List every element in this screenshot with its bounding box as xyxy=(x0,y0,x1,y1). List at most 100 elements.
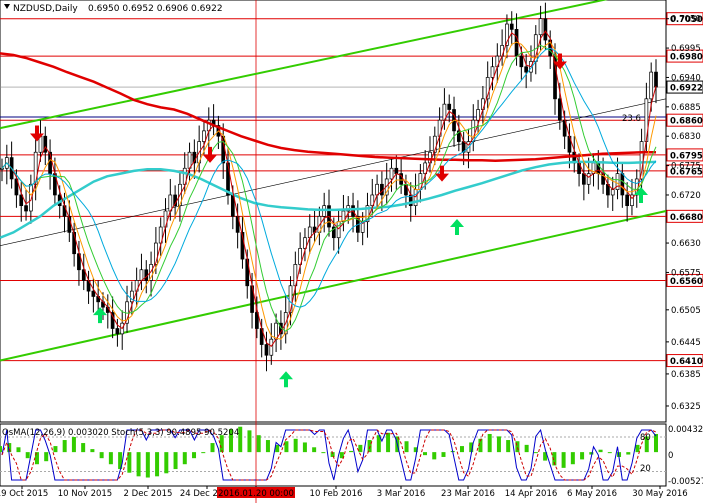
x-tick-label: 10 Nov 2015 xyxy=(58,489,112,499)
x-tick-label: 2016.01.20 00:00 xyxy=(218,489,294,499)
candle-body xyxy=(582,173,586,185)
candle-body xyxy=(654,71,658,88)
candle-body xyxy=(519,55,524,68)
fib-label: 23.6 xyxy=(622,114,641,124)
y-tick-label: 0.6630 xyxy=(671,239,701,249)
candle-body xyxy=(447,103,452,110)
ohlc-readout: 0.6950 0.6952 0.6906 0.6922 xyxy=(88,4,223,14)
level-label: 0.6860 xyxy=(670,117,703,127)
osma-bar xyxy=(506,440,511,453)
osma-bar xyxy=(108,452,113,465)
chart-header: NZDUSD,Daily 0.6950 0.6952 0.6906 0.6922 xyxy=(4,4,223,14)
osma-bar xyxy=(90,449,95,453)
y-tick-label: 0.6720 xyxy=(671,191,701,201)
price-chart: 0.70500.69800.69220.68600.67950.67650.66… xyxy=(0,0,703,503)
y-tick-label: 0.6385 xyxy=(671,370,701,380)
y-tick-label: 0.6325 xyxy=(671,402,701,412)
osma-bar xyxy=(256,435,261,453)
osma-bar xyxy=(25,452,30,459)
x-axis: 19 Oct 2015 10 Nov 2015 2 Dec 2015 24 Dec 2… xyxy=(0,486,688,499)
osma-bar xyxy=(182,452,187,465)
x-tick-label: 2 Dec 2015 xyxy=(124,489,173,499)
candle-body xyxy=(115,328,120,335)
osc-scale-top: 0.00432 xyxy=(668,425,703,435)
osma-bar xyxy=(71,437,76,453)
osma-bar xyxy=(635,444,640,453)
candle-body xyxy=(586,173,591,185)
y-tick-label: 0.6775 xyxy=(671,162,701,172)
y-tick-label: 0.6995 xyxy=(671,44,701,54)
osma-bar xyxy=(580,452,585,460)
osma-bar xyxy=(358,444,363,453)
candle-body xyxy=(202,130,206,142)
candle-body xyxy=(490,66,495,78)
osma-bar xyxy=(432,452,437,460)
osma-bar xyxy=(293,438,298,453)
osma-bar xyxy=(459,446,464,453)
x-tick-label: 3 Mar 2016 xyxy=(377,489,425,499)
osma-bar xyxy=(302,442,307,453)
osma-bar xyxy=(136,452,141,477)
osma-bar xyxy=(607,452,612,454)
y-tick-label: 0.6575 xyxy=(671,268,701,278)
osma-bar xyxy=(441,452,446,457)
candle-body xyxy=(139,269,144,281)
candle-body xyxy=(375,183,379,196)
level-label: 0.6922 xyxy=(670,84,703,94)
osma-bar xyxy=(16,447,21,453)
osma-bar xyxy=(192,452,197,459)
osma-bar xyxy=(423,452,428,456)
osma-bar xyxy=(626,452,631,455)
stoch-80-label: 80 xyxy=(640,433,651,443)
candle-body xyxy=(610,189,615,196)
osma-bar xyxy=(81,443,86,453)
candle-body xyxy=(336,221,341,239)
y-tick-label: 0.6830 xyxy=(671,132,701,142)
osma-bar xyxy=(312,447,317,453)
osma-bar xyxy=(53,446,58,453)
osma-bar xyxy=(404,441,409,453)
x-tick-label: 10 Feb 2016 xyxy=(310,489,363,499)
osma-bar xyxy=(201,452,206,454)
osma-bar xyxy=(561,452,566,468)
y-tick-label: 0.6940 xyxy=(671,73,701,83)
candle-body xyxy=(543,18,548,41)
candle-body xyxy=(394,167,399,174)
y-tick-label: 0.6445 xyxy=(671,338,701,348)
candle-body xyxy=(389,167,394,180)
osma-bar xyxy=(533,452,538,454)
osma-bar xyxy=(265,440,270,453)
candle-body xyxy=(649,71,654,100)
osma-bar xyxy=(598,449,603,453)
osma-bar xyxy=(62,440,67,453)
candle-body xyxy=(269,338,274,356)
x-tick-label: 19 Oct 2015 xyxy=(0,489,48,499)
osma-bar xyxy=(145,452,150,478)
x-tick-label: 6 May 2016 xyxy=(567,489,617,499)
osma-bar xyxy=(349,450,354,453)
osma-bar xyxy=(367,440,372,453)
candle-body xyxy=(264,344,269,356)
osma-bar xyxy=(210,443,215,453)
osc-zero-label: 0 xyxy=(668,451,673,461)
stoch-20-label: 20 xyxy=(640,464,651,474)
osma-bar xyxy=(99,452,104,459)
osma-bar xyxy=(487,433,492,453)
osma-bar xyxy=(570,452,575,465)
candle-body xyxy=(557,98,562,121)
osc-scale-bottom: -0.00527 xyxy=(668,477,703,487)
candle-body xyxy=(91,290,96,297)
level-label: 0.6795 xyxy=(670,151,703,161)
osma-bar xyxy=(155,452,160,477)
level-label: 0.6980 xyxy=(670,53,703,63)
x-tick-label: 14 Apr 2016 xyxy=(505,489,558,499)
osma-bar xyxy=(0,446,2,453)
x-tick-label: 30 May 2016 xyxy=(632,489,687,499)
osma-bar xyxy=(654,433,658,453)
y-tick-label: 0.7050 xyxy=(671,15,701,25)
candle-body xyxy=(620,173,625,196)
y-tick-label: 0.6505 xyxy=(671,306,701,316)
symbol-title: NZDUSD,Daily xyxy=(13,4,78,14)
y-tick-label: 0.6885 xyxy=(671,103,701,113)
osma-bar xyxy=(164,452,169,474)
